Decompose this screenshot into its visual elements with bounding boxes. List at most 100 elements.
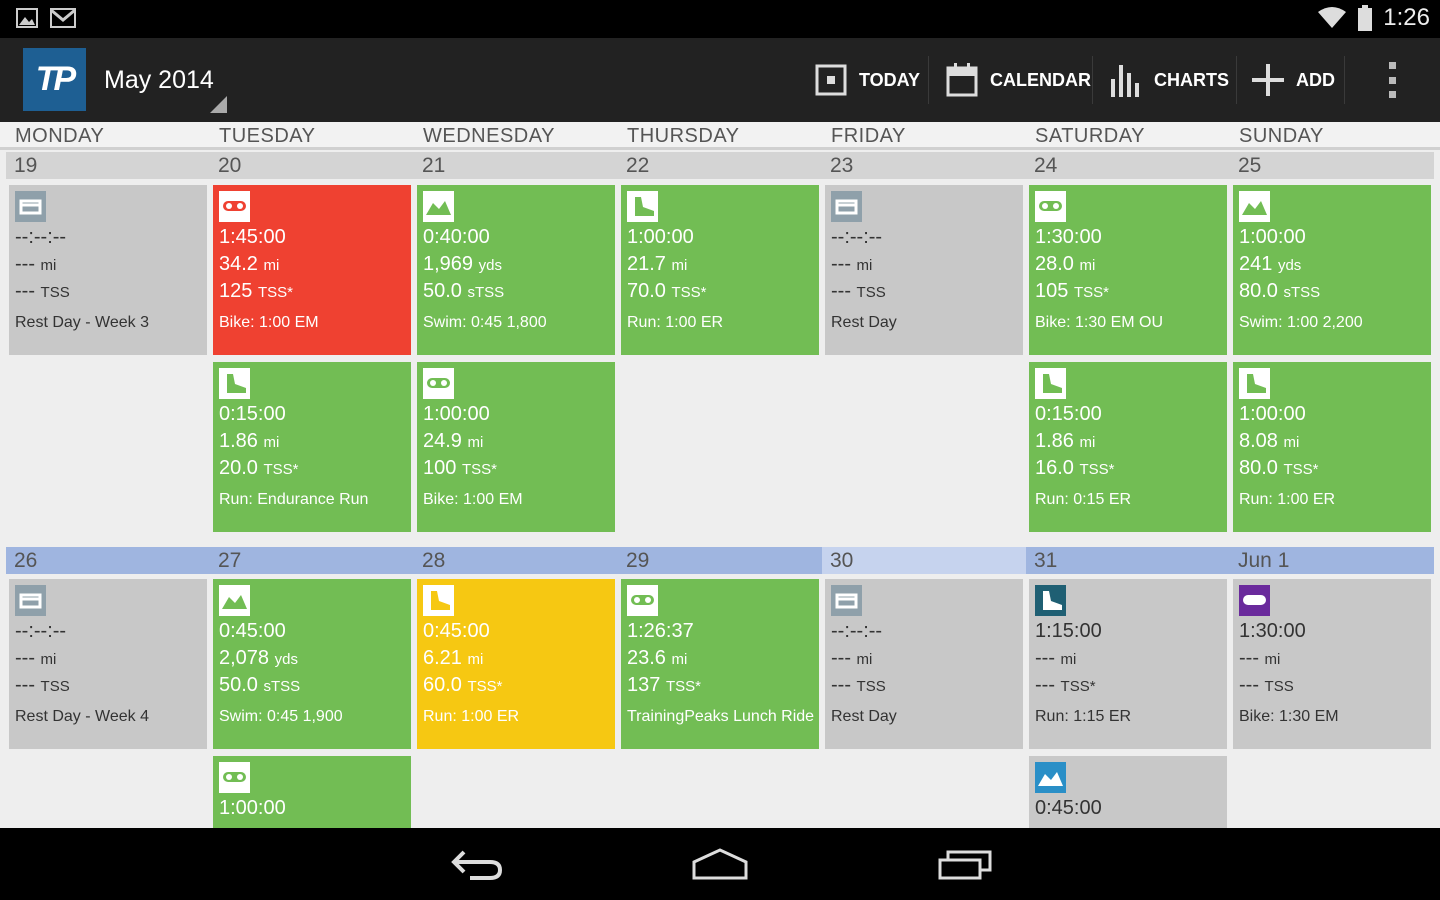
workout-card[interactable]: 1:00:00 241 yds 80.0 sTSS Swim: 1:00 2,200: [1233, 185, 1431, 355]
workout-card[interactable]: 1:45:00 34.2 mi 125 TSS* Bike: 1:00 EM: [213, 185, 411, 355]
navigation-bar: [0, 828, 1440, 900]
workout-duration: 1:30:00: [1239, 620, 1306, 642]
workout-distance: 34.2 mi: [219, 253, 279, 276]
workout-card[interactable]: --:--:-- --- mi --- TSS Rest Day: [825, 579, 1023, 749]
workout-duration: 0:45:00: [1035, 797, 1102, 819]
workout-title: Run: Endurance Run: [219, 491, 369, 508]
workout-card[interactable]: --:--:-- --- mi --- TSS Rest Day: [825, 185, 1023, 355]
distance-value: 241: [1239, 253, 1273, 275]
date-label[interactable]: 31: [1034, 549, 1057, 573]
distance-unit: mi: [467, 434, 484, 451]
distance-value: ---: [1239, 647, 1259, 669]
workout-card[interactable]: 1:00:00 8.08 mi 80.0 TSS* Run: 1:00 ER: [1233, 362, 1431, 532]
workout-score: 60.0 TSS*: [423, 674, 503, 697]
workout-score: 80.0 TSS*: [1239, 457, 1319, 480]
workout-card[interactable]: 0:40:00 1,969 yds 50.0 sTSS Swim: 0:45 1,80…: [417, 185, 615, 355]
score-unit: TSS: [40, 284, 70, 301]
workout-card[interactable]: 0:45:00 6.21 mi 60.0 TSS* Run: 1:00 ER: [417, 579, 615, 749]
workout-distance: 8.08 mi: [1239, 430, 1299, 453]
workout-title: Run: 1:15 ER: [1035, 708, 1132, 725]
workout-card[interactable]: 0:15:00 1.86 mi 20.0 TSS* Run: Endurance Ru…: [213, 362, 411, 532]
date-label[interactable]: 27: [218, 549, 241, 573]
workout-card[interactable]: 1:00:00 24.9 mi 100 TSS* Bike: 1:00 EM: [417, 362, 615, 532]
day-header-1: TUESDAY: [219, 125, 316, 147]
dropdown-triangle-icon[interactable]: [210, 96, 227, 113]
workout-distance: 28.0 mi: [1035, 253, 1095, 276]
date-label[interactable]: 20: [218, 154, 241, 178]
date-label[interactable]: 29: [626, 549, 649, 573]
app-logo[interactable]: TP: [23, 48, 86, 111]
swim-workout-icon: [219, 585, 250, 616]
workout-distance: 1.86 mi: [219, 430, 279, 453]
distance-value: 28.0: [1035, 253, 1074, 275]
distance-value: 1.86: [219, 430, 258, 452]
workout-score: --- TSS: [15, 280, 70, 303]
date-label[interactable]: 24: [1034, 154, 1057, 178]
workout-distance: 1,969 yds: [423, 253, 502, 276]
date-label[interactable]: 28: [422, 549, 445, 573]
add-button[interactable]: ADD: [1252, 50, 1335, 110]
day-header-4: FRIDAY: [831, 125, 906, 147]
score-unit: TSS*: [461, 461, 497, 478]
score-unit: TSS*: [1073, 284, 1109, 301]
score-unit: TSS*: [1079, 461, 1115, 478]
workout-card[interactable]: 1:15:00 --- mi --- TSS* Run: 1:15 ER: [1029, 579, 1227, 749]
score-unit: sTSS: [1283, 284, 1321, 301]
workout-score: --- TSS: [1239, 674, 1294, 697]
home-icon[interactable]: [692, 848, 748, 880]
date-label[interactable]: 22: [626, 154, 649, 178]
distance-unit: mi: [40, 257, 57, 274]
workout-card[interactable]: 0:15:00 1.86 mi 16.0 TSS* Run: 0:15 ER: [1029, 362, 1227, 532]
distance-unit: mi: [856, 651, 873, 668]
charts-button[interactable]: CHARTS: [1110, 50, 1229, 110]
workout-title: Rest Day - Week 4: [15, 708, 149, 725]
distance-unit: mi: [671, 257, 688, 274]
date-label[interactable]: 19: [14, 154, 37, 178]
score-unit: TSS*: [263, 461, 299, 478]
image-notification-icon: [16, 8, 38, 28]
workout-title: Bike: 1:30 EM: [1239, 708, 1339, 725]
date-label[interactable]: 23: [830, 154, 853, 178]
distance-value: ---: [831, 253, 851, 275]
workout-card[interactable]: 1:00:00 21.7 mi 70.0 TSS* Run: 1:00 ER: [621, 185, 819, 355]
today-icon: [815, 64, 847, 96]
calendar-grid: MONDAY TUESDAY WEDNESDAY THURSDAY FRIDAY SATU…: [0, 122, 1440, 828]
score-value: ---: [15, 674, 35, 696]
workout-card[interactable]: 0:45:00: [1029, 756, 1227, 828]
score-unit: TSS*: [1060, 678, 1096, 695]
workout-card[interactable]: 1:26:37 23.6 mi 137 TSS* TrainingPeaks Lunc…: [621, 579, 819, 749]
workout-duration: 1:15:00: [1035, 620, 1102, 642]
score-value: 80.0: [1239, 280, 1278, 302]
overflow-menu-icon[interactable]: [1386, 62, 1398, 98]
recents-icon[interactable]: [938, 848, 992, 880]
today-button[interactable]: TODAY: [815, 50, 920, 110]
workout-score: 105 TSS*: [1035, 280, 1109, 303]
date-label[interactable]: 25: [1238, 154, 1261, 178]
run-workout-icon: [1239, 368, 1270, 399]
distance-unit: mi: [1264, 651, 1281, 668]
workout-card[interactable]: 1:30:00 --- mi --- TSS Bike: 1:30 EM: [1233, 579, 1431, 749]
workout-distance: 1.86 mi: [1035, 430, 1095, 453]
back-icon[interactable]: [450, 848, 504, 880]
workout-card[interactable]: --:--:-- --- mi --- TSS Rest Day - Week 3: [9, 185, 207, 355]
date-label[interactable]: 30: [830, 549, 853, 573]
distance-unit: mi: [263, 257, 280, 274]
workout-card[interactable]: 0:45:00 2,078 yds 50.0 sTSS Swim: 0:45 1,90…: [213, 579, 411, 749]
date-label[interactable]: 21: [422, 154, 445, 178]
workout-card[interactable]: 1:00:00: [213, 756, 411, 828]
workout-card[interactable]: --:--:-- --- mi --- TSS Rest Day - Week 4: [9, 579, 207, 749]
rest-workout-icon: [831, 191, 862, 222]
date-label[interactable]: Jun 1: [1238, 549, 1289, 573]
date-label[interactable]: 26: [14, 549, 37, 573]
status-bar: 1:26: [0, 0, 1440, 38]
distance-value: 8.08: [1239, 430, 1278, 452]
workout-score: 50.0 sTSS: [219, 674, 300, 697]
workout-card[interactable]: 1:30:00 28.0 mi 105 TSS* Bike: 1:30 EM OU: [1029, 185, 1227, 355]
distance-value: ---: [1035, 647, 1055, 669]
calendar-button[interactable]: CALENDAR: [946, 50, 1091, 110]
workout-duration: 1:30:00: [1035, 226, 1102, 248]
distance-unit: yds: [1277, 257, 1302, 274]
month-selector[interactable]: May 2014: [104, 66, 214, 95]
score-value: 137: [627, 674, 661, 696]
workout-score: 100 TSS*: [423, 457, 497, 480]
